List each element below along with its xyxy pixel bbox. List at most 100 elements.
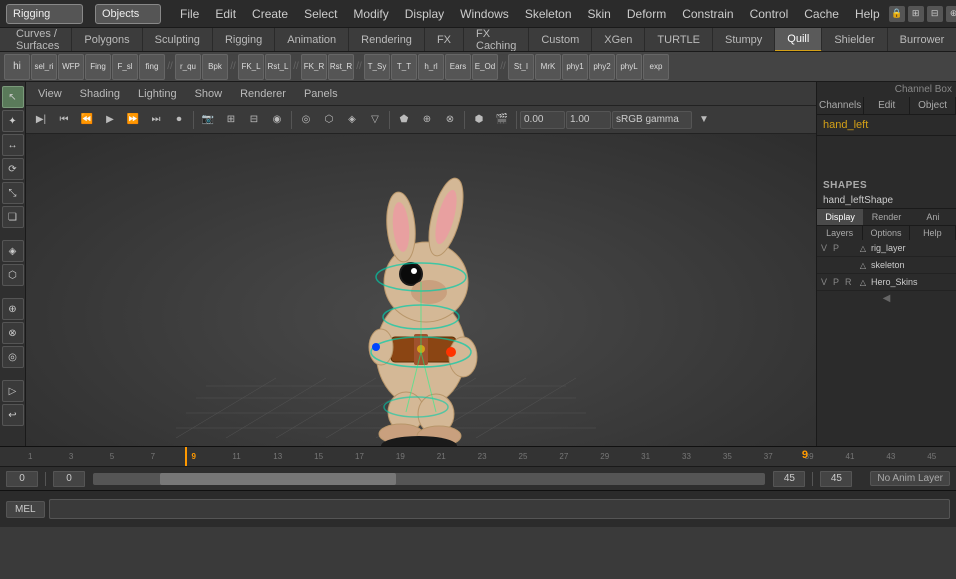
vp-shading[interactable]: Shading (74, 87, 126, 101)
timeline-playhead[interactable] (185, 447, 187, 466)
shelf-fk-rhar[interactable]: FK_R (301, 54, 327, 80)
tab-burrower[interactable]: Burrower (888, 28, 956, 52)
shelf-reset-r[interactable]: Rst_R (328, 54, 354, 80)
move-tool-icon[interactable]: ↔ (2, 134, 24, 156)
remove-icon[interactable]: ⊗ (2, 322, 24, 344)
time-input[interactable] (520, 111, 565, 129)
menu-edit[interactable]: Edit (208, 5, 243, 23)
next-frame-icon[interactable]: ⏩ (122, 109, 144, 131)
lasso-tool-icon[interactable]: ✦ (2, 110, 24, 132)
menu-help[interactable]: Help (848, 5, 887, 23)
shelf-select-ri[interactable]: sel_ri (31, 54, 57, 80)
cb-tab-edit[interactable]: Edit (864, 97, 910, 114)
select-tb-icon[interactable]: ◉ (266, 109, 288, 131)
shelf-fing[interactable]: fing (139, 54, 165, 80)
isolate-icon[interactable]: ⊕ (416, 109, 438, 131)
shelf-fk-lhar[interactable]: FK_L (238, 54, 264, 80)
options-tab[interactable]: Options (863, 226, 909, 240)
tab-shielder[interactable]: Shielder (822, 28, 887, 52)
shelf-rig-quill[interactable]: r_qu (175, 54, 201, 80)
rotate-tool-icon[interactable]: ⟳ (2, 158, 24, 180)
xray-icon[interactable]: ⬟ (393, 109, 415, 131)
tab-rendering[interactable]: Rendering (349, 28, 425, 52)
snap-tb-icon[interactable]: ⊟ (243, 109, 265, 131)
timeline-ruler[interactable]: 1 3 5 7 9 11 13 15 17 19 21 23 25 (0, 447, 956, 467)
menu-constrain[interactable]: Constrain (675, 5, 740, 23)
camera-icon[interactable]: 📷 (197, 109, 219, 131)
mode-dropdown[interactable]: Rigging Animation Modeling (6, 4, 83, 24)
no-anim-layer[interactable]: No Anim Layer (870, 471, 950, 486)
shelf-trans-t[interactable]: T_T (391, 54, 417, 80)
help-tab[interactable]: Help (910, 226, 956, 240)
layer-skeleton[interactable]: △ skeleton (817, 257, 956, 274)
shelf-fingers-sel[interactable]: F_sl (112, 54, 138, 80)
playback-icon[interactable]: ▶| (30, 109, 52, 131)
tab-rigging[interactable]: Rigging (213, 28, 275, 52)
tab-xgen[interactable]: XGen (592, 28, 645, 52)
snap2-icon[interactable]: ⊟ (927, 6, 943, 22)
scale-tool-icon[interactable]: ⤡ (2, 182, 24, 204)
menu-file[interactable]: File (173, 5, 206, 23)
grid-icon[interactable]: ⊞ (908, 6, 924, 22)
play-icon[interactable]: ▷ (2, 380, 24, 402)
vp-show[interactable]: Show (189, 87, 229, 101)
show-manip-icon[interactable]: ❏ (2, 206, 24, 228)
snap-icon[interactable]: 🔒 (889, 6, 905, 22)
info-icon[interactable]: ◎ (2, 346, 24, 368)
shadow-icon[interactable]: ▽ (364, 109, 386, 131)
menu-create[interactable]: Create (245, 5, 295, 23)
menu-select[interactable]: Select (297, 5, 344, 23)
shelf-ears-old[interactable]: E_Od (472, 54, 498, 80)
menu-cache[interactable]: Cache (797, 5, 846, 23)
menu-skeleton[interactable]: Skeleton (518, 5, 579, 23)
playback-current-input[interactable] (53, 471, 85, 487)
magnet-icon[interactable]: ⊕ (946, 6, 956, 22)
shelf-phy1[interactable]: phy1 (562, 54, 588, 80)
play-btn-icon[interactable]: ▶ (99, 109, 121, 131)
shelf-studio-i[interactable]: St_I (508, 54, 534, 80)
layer-hero-skins[interactable]: V P R △ Hero_Skins (817, 274, 956, 291)
menu-modify[interactable]: Modify (346, 5, 395, 23)
vp-view[interactable]: View (32, 87, 68, 101)
shelf-ears[interactable]: Ears (445, 54, 471, 80)
first-frame-icon[interactable]: ⏮ (53, 109, 75, 131)
menu-windows[interactable]: Windows (453, 5, 516, 23)
tab-turtle[interactable]: TURTLE (645, 28, 713, 52)
wire-icon[interactable]: ◎ (295, 109, 317, 131)
command-input[interactable] (49, 499, 950, 519)
hud-icon[interactable]: ⊗ (439, 109, 461, 131)
range-bar[interactable] (93, 473, 765, 485)
objects-dropdown[interactable]: Objects (95, 4, 161, 24)
add-icon[interactable]: ⊕ (2, 298, 24, 320)
prev-frame-icon[interactable]: ⏪ (76, 109, 98, 131)
render-region-icon[interactable]: ⬢ (468, 109, 490, 131)
render-tab[interactable]: Render (863, 209, 909, 225)
tab-sculpting[interactable]: Sculpting (143, 28, 213, 52)
layer-rig[interactable]: V P △ rig_layer (817, 240, 956, 257)
tab-custom[interactable]: Custom (529, 28, 592, 52)
shelf-phy2[interactable]: phy2 (589, 54, 615, 80)
shelf-trans-sy[interactable]: T_Sy (364, 54, 390, 80)
shelf-heel-roll[interactable]: h_rl (418, 54, 444, 80)
tab-curves-surfaces[interactable]: Curves / Surfaces (4, 28, 72, 52)
record-icon[interactable]: ⏺ (168, 109, 190, 131)
shelf-backpack[interactable]: Bpk (202, 54, 228, 80)
shelf-export[interactable]: exp (643, 54, 669, 80)
smooth-icon[interactable]: ⬡ (318, 109, 340, 131)
cb-tab-object[interactable]: Object (910, 97, 956, 114)
scroll-left-arrow[interactable]: ◀ (817, 291, 956, 306)
menu-control[interactable]: Control (743, 5, 796, 23)
menu-display[interactable]: Display (398, 5, 451, 23)
shelf-sel-wfp[interactable]: WFP (58, 54, 84, 80)
menu-deform[interactable]: Deform (620, 5, 673, 23)
ani-tab[interactable]: Ani (910, 209, 956, 225)
range-start-input[interactable] (6, 471, 38, 487)
display-tab[interactable]: Display (817, 209, 863, 225)
select-tool-icon[interactable]: ↖ (2, 86, 24, 108)
vp-lighting[interactable]: Lighting (132, 87, 183, 101)
playblast-icon[interactable]: 🎬 (491, 109, 513, 131)
paint-icon[interactable]: ⬡ (2, 264, 24, 286)
last-frame-icon[interactable]: ⏭ (145, 109, 167, 131)
light-icon[interactable]: ◈ (341, 109, 363, 131)
viewport-canvas[interactable]: persp X Y Z (26, 134, 816, 446)
